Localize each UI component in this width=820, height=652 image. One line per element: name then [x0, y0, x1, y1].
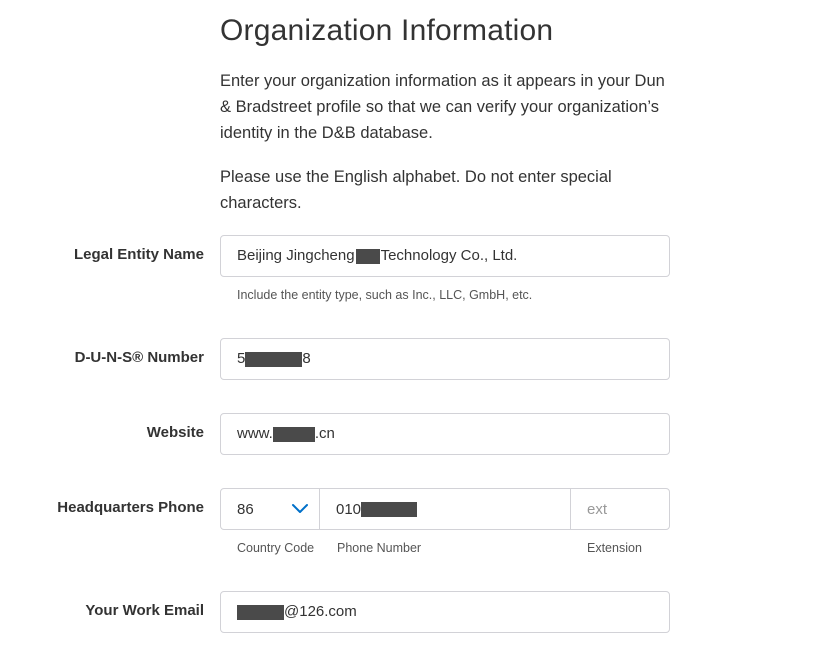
website-input[interactable]: www. .cn — [220, 413, 670, 455]
legal-entity-value-suffix: Technology Co., Ltd. — [380, 247, 518, 264]
extension-input[interactable]: ext — [571, 489, 669, 529]
phone-number-input[interactable]: 010 — [320, 489, 571, 529]
website-label: Website — [146, 424, 204, 441]
country-code-value: 86 — [237, 500, 254, 518]
work-email-label: Your Work Email — [85, 602, 204, 619]
duns-value-suffix: 8 — [302, 350, 311, 367]
hq-phone-label: Headquarters Phone — [57, 499, 204, 516]
hq-phone-group: 86 010 ext — [220, 488, 670, 530]
chevron-down-icon — [292, 504, 308, 513]
redacted-block — [355, 248, 380, 264]
legal-entity-value-prefix: Beijing Jingcheng — [237, 247, 355, 264]
website-value-suffix: .cn — [314, 425, 335, 442]
work-email-input[interactable]: @126.com — [220, 591, 670, 633]
country-code-hint: Country Code — [237, 541, 315, 555]
redacted-block — [237, 604, 284, 620]
work-email-value-suffix: @126.com — [284, 603, 357, 620]
redacted-block — [361, 501, 418, 517]
legal-entity-input[interactable]: Beijing Jingcheng Technology Co., Ltd. — [220, 235, 670, 277]
duns-label: D-U-N-S® Number — [74, 349, 204, 366]
redacted-block — [272, 426, 315, 442]
phone-number-hint: Phone Number — [337, 541, 422, 555]
duns-value-prefix: 5 — [237, 350, 246, 367]
page-title: Organization Information — [220, 14, 554, 47]
country-code-select[interactable]: 86 — [221, 489, 320, 529]
redacted-block — [245, 351, 303, 367]
website-value-prefix: www. — [237, 425, 273, 442]
phone-number-prefix: 010 — [336, 500, 362, 518]
legal-entity-label: Legal Entity Name — [73, 246, 204, 263]
duns-input[interactable]: 5 8 — [220, 338, 670, 380]
intro-paragraph: Enter your organization information as i… — [220, 72, 665, 142]
legal-entity-hint: Include the entity type, such as Inc., L… — [237, 288, 533, 302]
instructions-paragraph: Please use the English alphabet. Do not … — [220, 168, 612, 212]
extension-hint: Extension — [587, 541, 642, 555]
extension-placeholder: ext — [587, 500, 608, 518]
